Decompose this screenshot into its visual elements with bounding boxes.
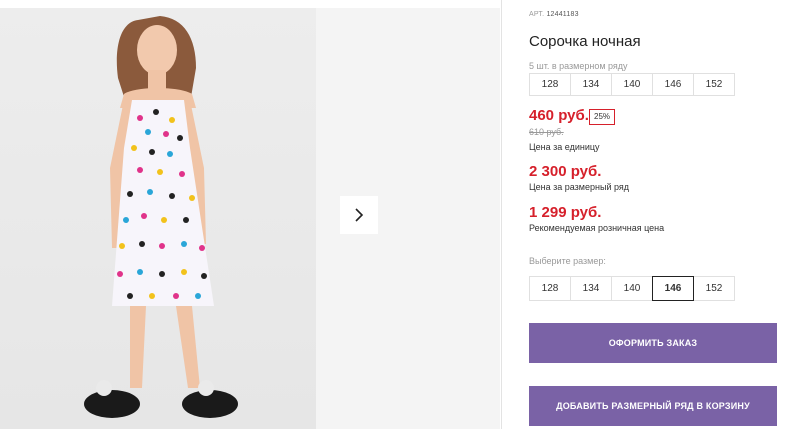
pack-size: 146 — [652, 73, 694, 96]
price-rrp-caption: Рекомендуемая розничная цена — [529, 223, 665, 233]
product-photo-illustration — [84, 16, 238, 418]
discount-badge: 25% — [589, 109, 616, 125]
pack-size: 128 — [529, 73, 571, 96]
product-gallery — [0, 8, 500, 429]
size-option-selected[interactable]: 146 — [652, 276, 694, 301]
pack-note: 5 шт. в размерном ряду — [529, 61, 628, 71]
size-option[interactable]: 152 — [693, 276, 735, 301]
pack-size: 152 — [693, 73, 735, 96]
old-price: 610 руб. — [529, 127, 564, 137]
price-pack: 2 300 руб. — [529, 163, 602, 180]
price-unit: 460 руб. — [529, 107, 589, 124]
gallery-next-button[interactable] — [340, 196, 378, 234]
divider — [501, 0, 502, 429]
size-option[interactable]: 140 — [611, 276, 653, 301]
price-rrp: 1 299 руб. — [529, 204, 602, 221]
size-option[interactable]: 134 — [570, 276, 612, 301]
product-photo[interactable] — [0, 8, 316, 429]
article-number: АРТ. 12441183 — [529, 11, 579, 18]
article-value: 12441183 — [546, 11, 579, 18]
choose-size-label: Выберите размер: — [529, 256, 606, 266]
article-label: АРТ. — [529, 11, 545, 18]
size-selector: 128 134 140 146 152 — [529, 276, 735, 301]
chevron-right-icon — [355, 208, 364, 222]
order-button[interactable]: ОФОРМИТЬ ЗАКАЗ — [529, 323, 777, 363]
size-option[interactable]: 128 — [529, 276, 571, 301]
add-pack-to-cart-button[interactable]: ДОБАВИТЬ РАЗМЕРНЫЙ РЯД В КОРЗИНУ — [529, 386, 777, 426]
pack-size: 140 — [611, 73, 653, 96]
product-title: Сорочка ночная — [529, 33, 641, 50]
price-pack-caption: Цена за размерный ряд — [529, 182, 630, 192]
pack-sizes: 128 134 140 146 152 — [529, 73, 735, 96]
price-unit-caption: Цена за единицу — [529, 142, 600, 152]
pack-size: 134 — [570, 73, 612, 96]
